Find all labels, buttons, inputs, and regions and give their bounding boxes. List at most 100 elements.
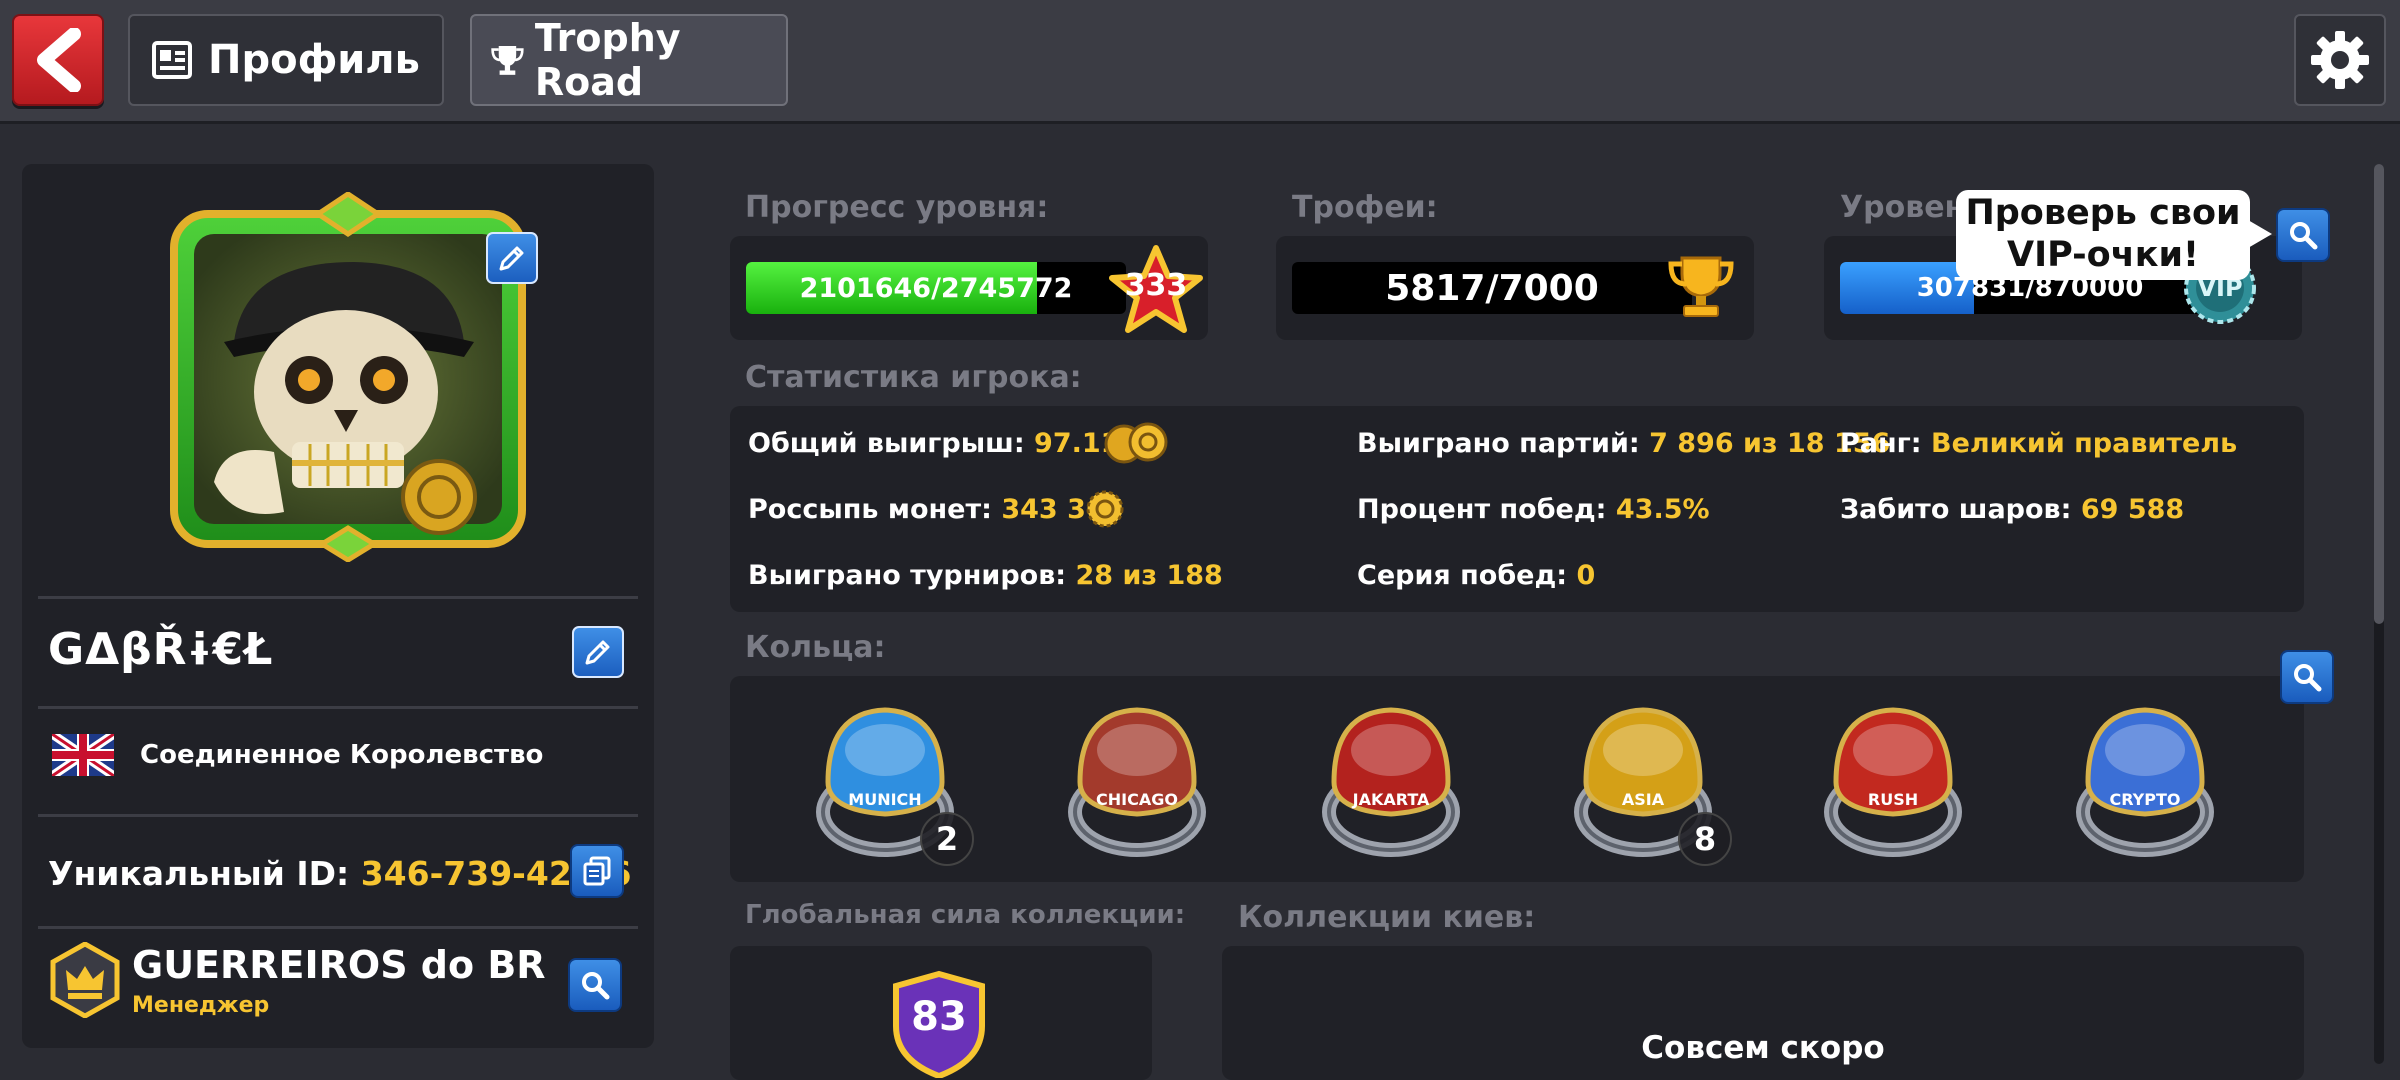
ring-label: JAKARTA [1352, 790, 1430, 809]
stat-total-winnings: Общий выигрыш: 97.11B [748, 428, 1140, 459]
ring-count-badge: 8 [1678, 812, 1732, 866]
trophy-icon [491, 46, 524, 75]
copy-icon [583, 856, 611, 886]
stat-total-winnings-label: Общий выигрыш: [748, 428, 1025, 459]
stat-rank: Ранг: Великий правитель [1840, 428, 2237, 459]
copy-id-button[interactable] [570, 844, 624, 898]
ring-label: ASIA [1621, 790, 1665, 809]
cue-collections-card: Совсем скоро [1222, 946, 2304, 1080]
ring-item[interactable]: RUSH [1808, 692, 1978, 862]
stat-balls-potted: Забито шаров: 69 588 [1840, 494, 2184, 525]
ring-icon [1068, 707, 1206, 857]
stat-coin-spill-label: Россыпь монет: [748, 494, 992, 525]
trophy-cup-icon [1668, 256, 1734, 317]
stat-rank-value: Великий правитель [1930, 428, 2238, 459]
ring-count-badge: 2 [920, 812, 974, 866]
level-progress-bar: 2101646/2745772 [746, 262, 1126, 314]
ring-label: MUNICH [848, 790, 922, 809]
trophies-bar: 5817/7000 [1292, 262, 1692, 314]
back-arrow-icon [37, 28, 81, 92]
ring-icon [1322, 707, 1460, 857]
magnifier-icon [2294, 664, 2322, 692]
top-bar: Профиль Trophy Road [0, 0, 2400, 124]
club-crown-icon [50, 942, 120, 1018]
country-row: Соединенное Королевство [52, 734, 543, 776]
stat-balls-potted-label: Забито шаров: [1840, 494, 2072, 525]
trophies-label: Трофеи: [1292, 190, 1438, 225]
ring-icon [1824, 707, 1962, 857]
profile-card-icon [152, 41, 192, 79]
ring-item[interactable]: CHICAGO [1052, 692, 1222, 862]
stat-win-streak-value: 0 [1576, 560, 1596, 591]
player-stats-label: Статистика игрока: [745, 360, 1082, 395]
stat-win-streak-label: Серия побед: [1357, 560, 1568, 591]
tab-profile[interactable]: Профиль [128, 14, 444, 106]
level-number: 333 [1124, 268, 1188, 303]
divider [38, 596, 638, 599]
divider [38, 706, 638, 709]
level-progress-text: 2101646/2745772 [799, 272, 1073, 304]
stat-win-rate: Процент побед: 43.5% [1357, 494, 1710, 525]
ring-item[interactable]: ASIA 8 [1558, 692, 1732, 866]
collection-power-card: 83 [730, 946, 1152, 1080]
avatar-skull-image [170, 190, 526, 563]
tab-trophy-road[interactable]: Trophy Road [470, 14, 788, 106]
unique-id: Уникальный ID: 346-739-423-6 [48, 854, 631, 893]
club-row: GUERREIROS do BR Менеджер [50, 942, 546, 1018]
level-progress-card: 2101646/2745772 333 [730, 236, 1208, 340]
ring-icon [2076, 707, 2214, 857]
ring-item[interactable]: JAKARTA [1306, 692, 1476, 862]
ring-label: RUSH [1867, 790, 1919, 809]
country-name: Соединенное Королевство [140, 740, 544, 770]
stat-tournaments-label: Выиграно турниров: [748, 560, 1067, 591]
level-progress-label: Прогресс уровня: [745, 190, 1049, 225]
rings-search-button[interactable] [2280, 650, 2334, 704]
tab-trophy-road-label: Trophy Road [534, 16, 681, 104]
stat-games-won-label: Выиграно партий: [1357, 428, 1640, 459]
rings-label: Кольца: [745, 630, 886, 665]
collection-power-label: Глобальная сила коллекции: [745, 900, 1186, 930]
scrollbar-thumb[interactable] [2374, 164, 2384, 624]
tab-profile-label: Профиль [208, 37, 420, 83]
stat-coin-spill: Россыпь монет: 343 366 [748, 494, 1123, 525]
coin-icon [1086, 490, 1124, 528]
edit-name-button[interactable] [572, 626, 624, 678]
vip-tooltip-line1: Проверь свои [1965, 193, 2241, 233]
vip-tooltip-line2: VIP-очки! [2007, 235, 2199, 275]
vip-tooltip: Проверь свои VIP-очки! [1956, 190, 2272, 280]
magnifier-icon [582, 972, 610, 1000]
pencil-icon [499, 246, 524, 271]
ring-item[interactable]: CRYPTO [2060, 692, 2230, 862]
magnifier-icon [2290, 222, 2318, 250]
avatar[interactable] [164, 190, 538, 563]
vip-search-button[interactable] [2276, 208, 2330, 262]
pencil-icon [585, 640, 610, 665]
stat-games-won: Выиграно партий: 7 896 из 18 156 [1357, 428, 1890, 459]
trophies-value: 5817/7000 [1385, 267, 1599, 309]
player-name: GΔβŘɨ€Ł [48, 624, 274, 675]
stat-win-streak: Серия побед: 0 [1357, 560, 1595, 591]
divider [38, 814, 638, 817]
scrollbar[interactable] [2374, 164, 2384, 1064]
stat-win-rate-value: 43.5% [1615, 494, 1710, 525]
stat-tournaments: Выиграно турниров: 28 из 188 [748, 560, 1223, 591]
club-role: Менеджер [132, 992, 270, 1018]
cue-collections-label: Коллекции киев: [1238, 900, 1536, 935]
profile-panel: GΔβŘɨ€Ł Соединенное Королевство Уникальн… [22, 164, 654, 1048]
unique-id-label: Уникальный ID: [48, 854, 350, 893]
uk-flag-icon [52, 734, 114, 776]
divider [38, 926, 638, 929]
club-search-button[interactable] [568, 958, 622, 1012]
gear-icon [2311, 31, 2369, 89]
back-button[interactable] [12, 14, 104, 106]
cue-collections-status: Совсем скоро [1641, 1030, 1885, 1066]
settings-button[interactable] [2294, 14, 2386, 106]
coins-stack-icon [1104, 422, 1168, 464]
edit-avatar-button[interactable] [486, 232, 538, 284]
stat-balls-potted-value: 69 588 [2080, 494, 2185, 525]
trophies-card: 5817/7000 [1276, 236, 1754, 340]
ring-item[interactable]: MUNICH 2 [800, 692, 974, 866]
collection-power-value: 83 [911, 994, 967, 1040]
ring-label: CHICAGO [1096, 790, 1178, 809]
stat-tournaments-value: 28 из 188 [1075, 560, 1223, 591]
